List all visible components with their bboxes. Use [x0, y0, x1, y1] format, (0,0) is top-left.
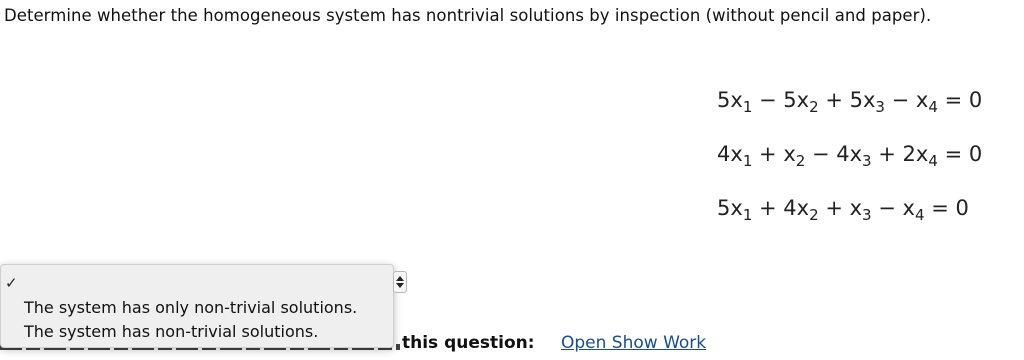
equation-term: 5 — [717, 196, 731, 220]
variable-subscript: 4 — [914, 206, 925, 224]
equation-2: 4x1 + x2 − 4x3 + 2x4 = 0 — [717, 142, 982, 170]
open-show-work-link[interactable]: Open Show Work — [561, 333, 706, 353]
variable-subscript: 3 — [862, 206, 872, 224]
equation-3: 5x1 + 4x2 + x3 − x4 = 0 — [717, 196, 982, 224]
equation-term: = 0 — [924, 196, 969, 220]
equation-term: = 0 — [937, 88, 983, 112]
variable-subscript: 4 — [928, 152, 938, 170]
variable-subscript: 1 — [742, 98, 753, 116]
equation-term: − 4 — [805, 142, 850, 166]
variable: x — [730, 88, 743, 112]
equation-term: + — [752, 142, 784, 166]
variable: x — [902, 196, 915, 220]
equation-1: 5x1 − 5x2 + 5x3 − x4 = 0 — [717, 88, 982, 116]
variable-subscript: 4 — [928, 98, 938, 116]
question-text: Determine whether the homogeneous system… — [4, 6, 932, 25]
variable: x — [915, 142, 929, 166]
variable: x — [849, 196, 863, 220]
variable: x — [796, 196, 810, 220]
equation-term: 4 — [717, 142, 731, 166]
variable-subscript: 1 — [742, 206, 753, 224]
equation-term: + — [818, 196, 850, 220]
variable: x — [783, 142, 796, 166]
equation-term: − — [884, 88, 916, 112]
arrow-down-icon — [396, 283, 404, 288]
equation-system: 5x1 − 5x2 + 5x3 − x4 = 0 4x1 + x2 − 4x3 … — [717, 88, 982, 250]
variable: x — [915, 88, 929, 112]
equation-term: + 4 — [752, 196, 797, 220]
answer-dropdown-menu[interactable]: ✓ The system has only non-trivial soluti… — [0, 264, 394, 348]
dropdown-option-nontrivial[interactable]: The system has non-trivial solutions. — [24, 322, 318, 341]
arrow-up-icon — [396, 276, 404, 281]
equation-term: 5 — [717, 88, 731, 112]
variable: x — [730, 142, 743, 166]
equation-term: − — [871, 196, 903, 220]
equation-term: − 5 — [752, 88, 797, 112]
variable-subscript: 1 — [742, 152, 753, 170]
variable-subscript: 3 — [862, 152, 872, 170]
footer-label: this question: — [402, 333, 535, 353]
equation-term: + 5 — [818, 88, 863, 112]
variable-subscript: 3 — [875, 98, 885, 116]
variable-subscript: 2 — [809, 206, 819, 224]
variable: x — [849, 142, 863, 166]
variable: x — [796, 88, 810, 112]
variable: x — [730, 196, 743, 220]
dropdown-toggle-button[interactable] — [393, 271, 407, 293]
variable: x — [862, 88, 876, 112]
checkmark-icon: ✓ — [5, 274, 18, 292]
equation-term: = 0 — [937, 142, 983, 166]
equation-term: + 2 — [871, 142, 916, 166]
variable-subscript: 2 — [795, 152, 806, 170]
dropdown-option-only-nontrivial[interactable]: The system has only non-trivial solution… — [24, 298, 357, 317]
variable-subscript: 2 — [809, 98, 819, 116]
